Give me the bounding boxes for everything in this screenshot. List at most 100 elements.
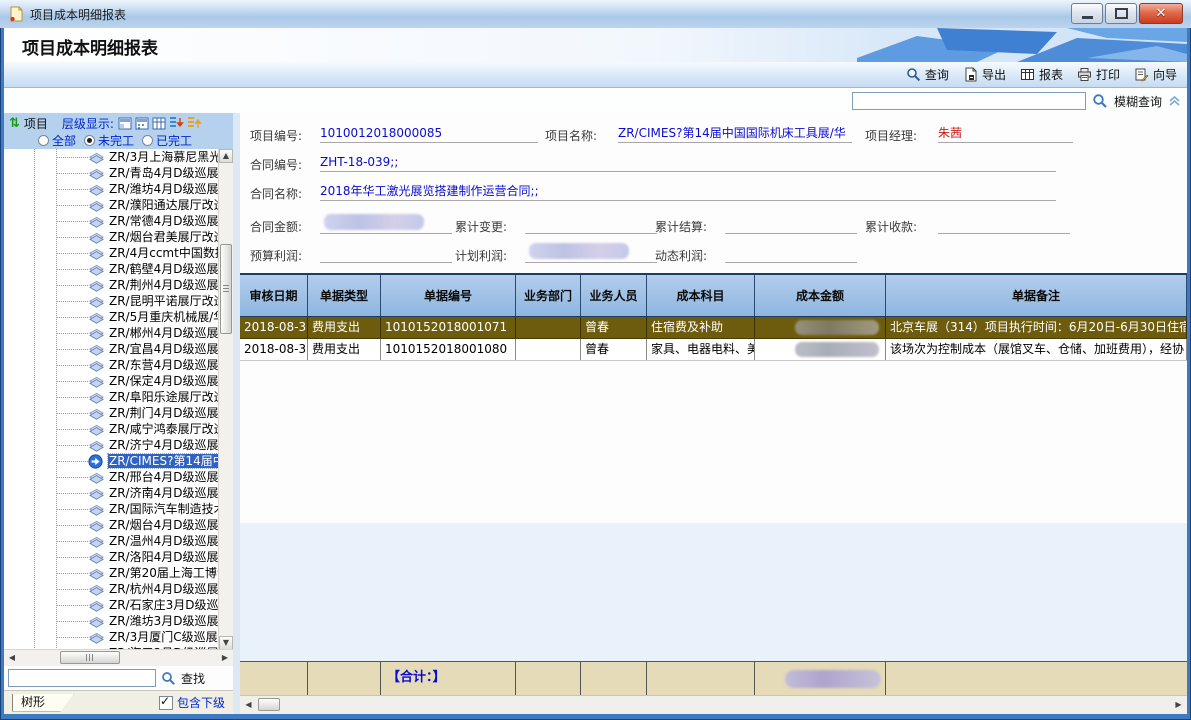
fuzzy-search-input[interactable] <box>852 92 1086 110</box>
column-header-doc-no[interactable]: 单据编号 <box>381 275 516 316</box>
column-header-remark[interactable]: 单据备注 <box>886 275 1187 316</box>
tree-item[interactable]: ZR/阜阳乐途展厅改造/ <box>4 389 219 405</box>
tree-item[interactable]: ZR/潍坊3月D级巡展/东 <box>4 613 219 629</box>
tree-item-label: ZR/东营4月D级巡展/东 <box>108 358 219 372</box>
wizard-button-label: 向导 <box>1153 66 1177 83</box>
footer-cell <box>516 662 581 696</box>
tree-item[interactable]: ZR/洛阳4月D级巡展/东 <box>4 549 219 565</box>
tree-item[interactable]: ZR/保定4月D级巡展/东 <box>4 373 219 389</box>
tree-item[interactable]: ZR/鹤壁4月D级巡展/东 <box>4 261 219 277</box>
tree-horizontal-scrollbar[interactable]: ◀ ▶ <box>4 649 233 666</box>
title-bar[interactable]: 项目成本明细报表 ✕ <box>0 0 1191 28</box>
include-children-checkbox[interactable] <box>159 696 173 710</box>
tree-item[interactable]: ZR/4月ccmt中国数控机 <box>4 245 219 261</box>
app-window: 项目成本明细报表 ✕ 项目成本明细报表 查询 <box>0 0 1191 720</box>
tree-item[interactable]: ZR/濮阳通达展厅改造/ <box>4 197 219 213</box>
include-children-option[interactable]: 包含下级 <box>159 694 225 711</box>
column-header-amount[interactable]: 成本金额 <box>755 275 886 316</box>
tab-tree-view[interactable]: 树形 <box>12 694 74 712</box>
table-row[interactable]: 2018-08-30 费用支出 1010152018001080 曾春 家具、电… <box>240 339 1187 361</box>
tree-item[interactable]: ZR/郴州4月D级巡展/东 <box>4 325 219 341</box>
total-settle-value <box>725 217 857 234</box>
project-node-icon <box>89 631 104 644</box>
tree-panel-header: ⇅ 项目 层级显示: 全部 未完工 <box>4 113 233 149</box>
view-mode-2-icon[interactable] <box>135 117 149 130</box>
tree-item[interactable]: ZR/CIMES?第14届中国 <box>4 453 219 469</box>
filter-unfinished-radio[interactable]: 未完工 <box>84 132 134 149</box>
tree-item[interactable]: ZR/烟台君美展厅改造/ <box>4 229 219 245</box>
sort-descending-icon[interactable] <box>169 116 184 130</box>
tree-item[interactable]: ZR/宜昌4月D级巡展/东 <box>4 341 219 357</box>
collapse-chevron-icon[interactable] <box>1168 95 1181 107</box>
grid-horizontal-scrollbar[interactable]: ◀ ▶ <box>240 695 1187 714</box>
minimize-button[interactable] <box>1071 3 1103 24</box>
table-row[interactable]: 2018-08-30 费用支出 1010152018001071 曾春 住宿费及… <box>240 317 1187 339</box>
column-header-dept[interactable]: 业务部门 <box>516 275 581 316</box>
tree-item[interactable]: ZR/潍坊4月D级巡展/东 <box>4 181 219 197</box>
column-header-subject[interactable]: 成本科目 <box>647 275 755 316</box>
scroll-left-arrow[interactable]: ◀ <box>241 697 256 712</box>
doc-no-cell: 1010152018001071 <box>381 317 516 338</box>
sort-ascending-icon[interactable] <box>187 116 202 130</box>
wizard-button[interactable]: 向导 <box>1134 66 1177 83</box>
panel-splitter[interactable] <box>233 113 240 714</box>
tree-item[interactable]: ZR/杭州4月D级巡展/东 <box>4 581 219 597</box>
banner-decoration <box>857 28 1187 62</box>
scroll-right-arrow[interactable]: ▶ <box>1171 697 1186 712</box>
tree-item[interactable]: ZR/温州4月D级巡展/东 <box>4 533 219 549</box>
close-icon: ✕ <box>1156 6 1167 21</box>
filter-all-radio[interactable]: 全部 <box>38 132 76 149</box>
tree-item[interactable]: ZR/昆明平诺展厅改造/ <box>4 293 219 309</box>
column-header-person[interactable]: 业务人员 <box>581 275 647 316</box>
maximize-button[interactable] <box>1105 3 1137 24</box>
view-mode-1-icon[interactable] <box>118 117 132 130</box>
tree-item[interactable]: ZR/国际汽车制造技术与 <box>4 501 219 517</box>
tree-item[interactable]: ZR/石家庄3月D级巡展/ <box>4 597 219 613</box>
subject-cell: 家具、电器电料、美 <box>647 339 755 360</box>
view-mode-3-icon[interactable] <box>152 117 166 130</box>
query-button[interactable]: 查询 <box>906 66 949 83</box>
scroll-up-arrow[interactable]: ▲ <box>219 149 233 163</box>
find-input[interactable] <box>8 669 156 687</box>
tree-item[interactable]: ZR/第20届上海工博会/ <box>4 565 219 581</box>
tree-item[interactable]: ZR/烟台4月D级巡展/东 <box>4 517 219 533</box>
tree-item[interactable]: ZR/荆门4月D级巡展/东 <box>4 405 219 421</box>
tree-item[interactable]: ZR/3月厦门C级巡展/东 <box>4 629 219 645</box>
tree-item[interactable]: ZR/5月重庆机械展/华工 <box>4 309 219 325</box>
report-button[interactable]: 报表 <box>1020 66 1063 83</box>
tree-item[interactable]: ZR/青岛4月D级巡展/东 <box>4 165 219 181</box>
tree-item[interactable]: ZR/济南4月D级巡展/东 <box>4 485 219 501</box>
print-button[interactable]: 打印 <box>1077 66 1120 83</box>
close-button[interactable]: ✕ <box>1139 3 1183 24</box>
tree-item[interactable]: ZR/常德4月D级巡展/东 <box>4 213 219 229</box>
tree-item[interactable]: ZR/3月上海慕尼黑光博 <box>4 149 219 165</box>
scroll-down-arrow[interactable]: ▼ <box>219 636 233 650</box>
tree-item[interactable]: ZR/咸宁鸿泰展厅改造/ <box>4 421 219 437</box>
tree-vertical-scrollbar[interactable]: ▲ ▼ <box>218 149 233 650</box>
scrollbar-thumb[interactable] <box>220 244 232 334</box>
filter-finished-radio[interactable]: 已完工 <box>142 132 192 149</box>
scrollbar-thumb[interactable] <box>60 651 120 664</box>
project-node-icon <box>89 519 104 532</box>
scroll-left-arrow[interactable]: ◀ <box>5 651 19 665</box>
export-button[interactable]: 导出 <box>963 66 1006 83</box>
scroll-right-arrow[interactable]: ▶ <box>218 651 232 665</box>
tree-item-label: ZR/温州4月D级巡展/东 <box>108 534 219 548</box>
tree-item-label: ZR/宜昌4月D级巡展/东 <box>108 342 219 356</box>
tree-item[interactable]: ZR/济宁4月D级巡展/东 <box>4 437 219 453</box>
tree-item[interactable]: ZR/荆州4月D级巡展/东 <box>4 277 219 293</box>
footer-cell <box>581 662 647 696</box>
tree-item-label: ZR/济南4月D级巡展/东 <box>108 486 219 500</box>
tree-item[interactable]: ZR/邢台4月D级巡展/东 <box>4 469 219 485</box>
column-header-audit-date[interactable]: 审核日期 <box>240 275 308 316</box>
footer-cell <box>886 662 1187 696</box>
tree-item[interactable]: ZR/东营4月D级巡展/东 <box>4 357 219 373</box>
remark-cell: 北京车展（314）项目执行时间：6月20日-6月30日住宿1 <box>886 317 1187 338</box>
fuzzy-search-button[interactable]: 模糊查询 <box>1114 93 1162 110</box>
column-header-doc-type[interactable]: 单据类型 <box>308 275 381 316</box>
refresh-icon[interactable]: ⇅ <box>9 116 20 131</box>
project-no-value: 1010012018000085 <box>320 126 538 143</box>
find-button[interactable]: 查找 <box>181 670 205 687</box>
tree-item-label: ZR/邢台4月D级巡展/东 <box>108 470 219 484</box>
scrollbar-thumb[interactable] <box>258 698 280 711</box>
